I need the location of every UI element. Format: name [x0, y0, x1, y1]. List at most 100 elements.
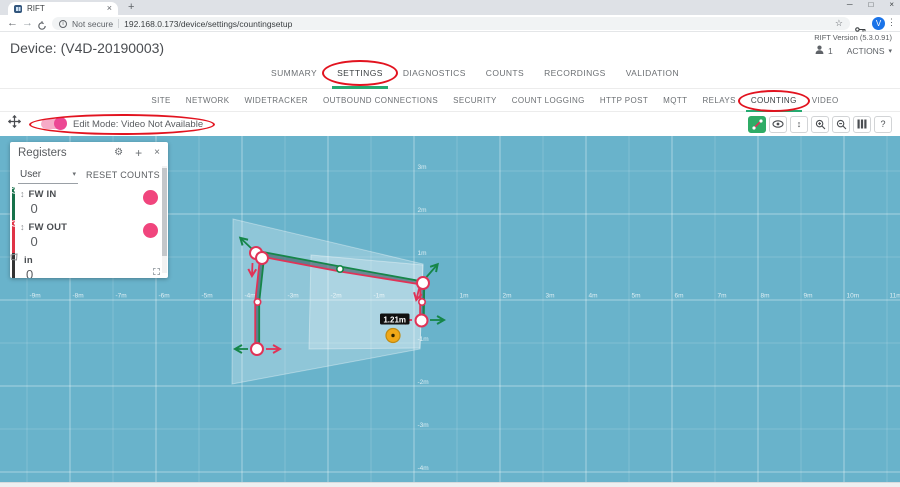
security-label: Not secure — [72, 19, 113, 29]
panel-scrollbar[interactable] — [162, 166, 167, 273]
move-icon[interactable] — [8, 115, 21, 133]
address-bar[interactable]: i Not secure 192.168.0.173/device/settin… — [52, 17, 850, 30]
tab-mqtt[interactable]: MQTT — [663, 96, 687, 105]
svg-text:9m: 9m — [804, 293, 813, 300]
tab-label: SECURITY — [453, 96, 497, 105]
forward-icon[interactable]: → — [22, 18, 33, 29]
tab-close-icon[interactable]: × — [107, 4, 112, 13]
tab-relays[interactable]: RELAYS — [702, 96, 735, 105]
zoom-in-button[interactable] — [811, 116, 829, 133]
svg-text:10m: 10m — [847, 293, 860, 300]
reset-counts-button[interactable]: RESET COUNTS — [86, 170, 160, 180]
main-tab-bar: SUMMARY SETTINGS DIAGNOSTICS COUNTS RECORDIN… — [0, 58, 900, 89]
browser-tab-strip: RIFT × + ─ □ × — [0, 0, 900, 15]
tab-counts[interactable]: COUNTS — [486, 68, 524, 78]
scrollbar-thumb[interactable] — [162, 168, 167, 256]
drag-handle-icon[interactable]: ↕ — [20, 190, 25, 199]
line-midpoint-handle[interactable] — [337, 266, 343, 272]
actions-button[interactable]: ACTIONS — [847, 46, 885, 56]
svg-text:-2m: -2m — [418, 379, 429, 386]
tab-count-logging[interactable]: COUNT LOGGING — [512, 96, 585, 105]
svg-text:8m: 8m — [761, 293, 770, 300]
add-register-button[interactable]: + — [135, 147, 142, 159]
tab-video[interactable]: VIDEO — [812, 96, 839, 105]
tab-diagnostics[interactable]: DIAGNOSTICS — [403, 68, 466, 78]
avatar[interactable]: V — [872, 17, 885, 30]
line-midpoint-handle[interactable] — [254, 299, 260, 305]
register-label: FW OUT — [29, 222, 144, 233]
svg-text:6m: 6m — [675, 293, 684, 300]
tab-label: MQTT — [663, 96, 687, 105]
registers-panel-title: Registers — [18, 147, 102, 159]
tab-settings[interactable]: SETTINGS — [337, 68, 383, 78]
panel-resize-handle-icon[interactable] — [153, 268, 160, 275]
tab-label: DIAGNOSTICS — [403, 68, 466, 78]
tab-label: WIDETRACKER — [244, 96, 308, 105]
tab-label: SUMMARY — [271, 68, 317, 78]
browser-window: RIFT × + ─ □ × ← → i Not secure 192.168.… — [0, 0, 900, 487]
register-list: ↕FW IN0↕FW OUT0in0 — [10, 187, 162, 278]
tab-outbound-connections[interactable]: OUTBOUND CONNECTIONS — [323, 96, 438, 105]
tab-label: HTTP POST — [600, 96, 648, 105]
browser-tab[interactable]: RIFT × — [8, 2, 118, 15]
register-item[interactable]: ↕FW IN0 — [10, 187, 162, 220]
register-group-select[interactable]: User ▾ — [18, 167, 78, 184]
visibility-tool-button[interactable] — [769, 116, 787, 133]
toggle-visibility-button[interactable] — [143, 223, 158, 238]
tab-site[interactable]: SITE — [151, 96, 170, 105]
line-vertex-handle[interactable] — [251, 343, 263, 355]
register-item[interactable]: ↕FW OUT0 — [10, 220, 162, 253]
svg-text:-6m: -6m — [159, 293, 170, 300]
counting-setup-canvas[interactable]: -9m-8m-7m-6m-5m-4m-3m-2m-1m1m2m3m4m5m6m7… — [0, 136, 900, 482]
register-item[interactable]: in0 — [10, 253, 162, 278]
back-icon[interactable]: ← — [7, 18, 18, 29]
tab-security[interactable]: SECURITY — [453, 96, 497, 105]
tab-label: VALIDATION — [626, 68, 679, 78]
tab-label: SETTINGS — [337, 68, 383, 78]
toggle-visibility-button[interactable] — [143, 190, 158, 205]
browser-menu-icon[interactable]: ⋮ — [887, 17, 896, 28]
tab-widetracker[interactable]: WIDETRACKER — [244, 96, 308, 105]
tab-label: COUNTS — [486, 68, 524, 78]
address-divider — [118, 19, 119, 28]
tab-counting[interactable]: COUNTING — [751, 96, 797, 105]
line-vertex-handle[interactable] — [256, 252, 268, 264]
window-minimize-button[interactable]: ─ — [847, 0, 853, 9]
tab-label: RECORDINGS — [544, 68, 606, 78]
line-vertex-handle[interactable] — [417, 277, 429, 289]
direction-arrow-red — [252, 263, 253, 275]
origin-marker[interactable] — [386, 329, 400, 343]
histogram-tool-button[interactable] — [853, 116, 871, 133]
window-maximize-button[interactable]: □ — [868, 0, 873, 9]
new-tab-button[interactable]: + — [128, 1, 134, 13]
tab-recordings[interactable]: RECORDINGS — [544, 68, 606, 78]
zoom-out-button[interactable] — [832, 116, 850, 133]
tab-label: OUTBOUND CONNECTIONS — [323, 96, 438, 105]
drag-handle-icon[interactable]: ↕ — [20, 223, 25, 232]
line-midpoint-handle[interactable] — [419, 299, 425, 305]
tab-http-post[interactable]: HTTP POST — [600, 96, 648, 105]
svg-text:7m: 7m — [718, 293, 727, 300]
version-label: RIFT Version (5.3.0.91) — [814, 33, 892, 42]
settings-gear-icon[interactable]: ⚙ — [114, 148, 123, 158]
tab-validation[interactable]: VALIDATION — [626, 68, 679, 78]
edit-mode-label: Edit Mode: Video Not Available — [73, 119, 203, 130]
distance-value: 1.21m — [383, 315, 406, 324]
close-panel-icon[interactable]: × — [154, 148, 160, 158]
bookmark-star-icon[interactable]: ☆ — [835, 18, 843, 29]
page-bottom-strip — [0, 482, 900, 487]
help-button[interactable]: ? — [874, 116, 892, 133]
window-close-button[interactable]: × — [889, 0, 894, 9]
rift-favicon — [14, 5, 22, 13]
direction-arrow-green — [427, 265, 438, 277]
url-text: 192.168.0.173/device/settings/countingse… — [124, 19, 830, 29]
svg-text:-4m: -4m — [418, 465, 429, 472]
tab-network[interactable]: NETWORK — [186, 96, 230, 105]
tab-summary[interactable]: SUMMARY — [271, 68, 317, 78]
chevron-down-icon: ▾ — [73, 170, 77, 178]
edit-mode-toggle[interactable] — [41, 119, 66, 129]
info-icon[interactable]: i — [59, 20, 67, 28]
draw-line-tool-button[interactable] — [748, 116, 766, 133]
height-tool-button[interactable]: ↕ — [790, 116, 808, 133]
line-vertex-handle[interactable] — [416, 315, 428, 327]
